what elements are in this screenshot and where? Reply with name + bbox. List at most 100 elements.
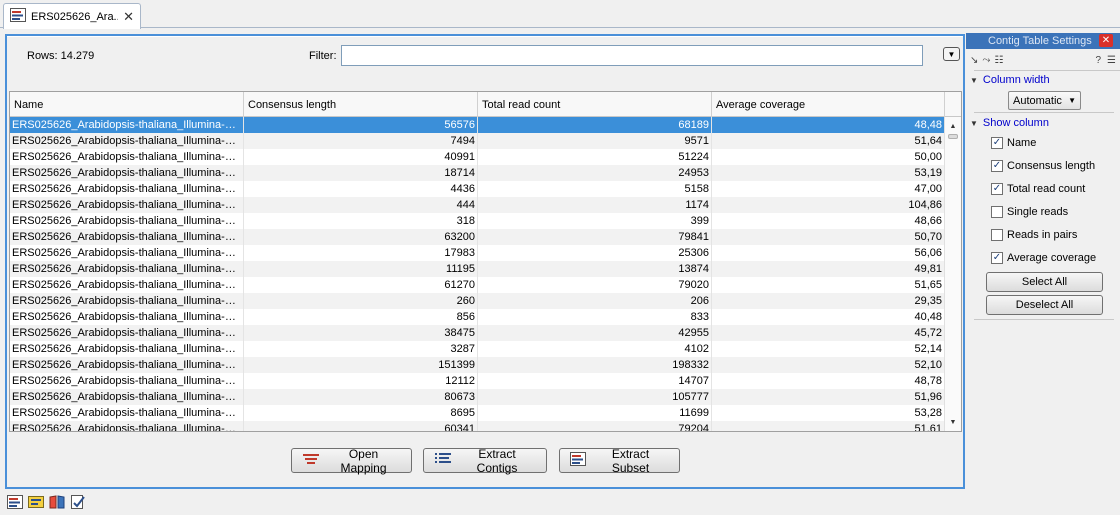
table-row[interactable]: ERS025626_Arabidopsis-thaliana_Illumina-… (10, 309, 945, 325)
column-width-value: Automatic (1013, 94, 1062, 107)
scroll-up-icon[interactable]: ▲ (945, 119, 961, 133)
column-header-total-read-count[interactable]: Total read count (478, 92, 712, 117)
checkbox[interactable]: ✓ (991, 137, 1003, 149)
table-row[interactable]: ERS025626_Arabidopsis-thaliana_Illumina-… (10, 181, 945, 197)
checkbox[interactable]: ✓ (991, 160, 1003, 172)
table-cell: 18714 (244, 165, 478, 181)
table-row[interactable]: ERS025626_Arabidopsis-thaliana_Illumina-… (10, 165, 945, 181)
table-cell: 833 (478, 309, 712, 325)
contig-table-panel: Rows: 14.279 Filter: ▼ Name Consensus le… (5, 34, 965, 489)
table-body: ERS025626_Arabidopsis-thaliana_Illumina-… (10, 117, 945, 431)
table-cell: 79204 (478, 421, 712, 431)
column-width-select[interactable]: Automatic ▼ (1008, 91, 1081, 110)
table-row[interactable]: ERS025626_Arabidopsis-thaliana_Illumina-… (10, 213, 945, 229)
open-mapping-button[interactable]: Open Mapping (291, 447, 412, 475)
column-header-consensus-length[interactable]: Consensus length (244, 92, 478, 117)
table-row[interactable]: ERS025626_Arabidopsis-thaliana_Illumina-… (10, 341, 945, 357)
history-icon[interactable] (70, 494, 86, 510)
graphical-view-icon[interactable] (28, 494, 44, 510)
table-cell: 80673 (244, 389, 478, 405)
table-cell: 51224 (478, 149, 712, 165)
table-cell: 12112 (244, 373, 478, 389)
table-row[interactable]: ERS025626_Arabidopsis-thaliana_Illumina-… (10, 293, 945, 309)
scroll-thumb[interactable] (948, 134, 958, 139)
table-row[interactable]: ERS025626_Arabidopsis-thaliana_Illumina-… (10, 245, 945, 261)
book-icon[interactable] (49, 494, 65, 510)
table-cell: 13874 (478, 261, 712, 277)
table-row[interactable]: ERS025626_Arabidopsis-thaliana_Illumina-… (10, 197, 945, 213)
checkbox[interactable]: ✓ (991, 252, 1003, 264)
column-toggle[interactable]: ✓ Name (991, 137, 1036, 149)
collapse-triangle-icon: ▼ (970, 75, 978, 85)
filter-input[interactable] (341, 45, 923, 66)
table-cell: 48,66 (712, 213, 945, 229)
table-row[interactable]: ERS025626_Arabidopsis-thaliana_Illumina-… (10, 405, 945, 421)
table-view-icon[interactable] (7, 494, 23, 510)
table-row[interactable]: ERS025626_Arabidopsis-thaliana_Illumina-… (10, 325, 945, 341)
column-toggle[interactable]: Single reads (991, 206, 1068, 218)
table-cell: ERS025626_Arabidopsis-thaliana_Illumina-… (12, 213, 244, 229)
column-toggle-label: Name (1007, 137, 1037, 149)
column-toggle[interactable]: ✓ Consensus length (991, 160, 1095, 172)
table-cell: 24953 (478, 165, 712, 181)
table-cell: ERS025626_Arabidopsis-thaliana_Illumina-… (12, 389, 244, 405)
table-cell: 42955 (478, 325, 712, 341)
float-icon[interactable]: ⤳ (982, 55, 990, 66)
table-row[interactable]: ERS025626_Arabidopsis-thaliana_Illumina-… (10, 389, 945, 405)
table-row[interactable]: ERS025626_Arabidopsis-thaliana_Illumina-… (10, 277, 945, 293)
table-cell: 29,35 (712, 293, 945, 309)
table-cell: 25306 (478, 245, 712, 261)
table-row[interactable]: ERS025626_Arabidopsis-thaliana_Illumina-… (10, 149, 945, 165)
scroll-down-icon[interactable]: ▼ (945, 415, 961, 429)
table-cell: 63200 (244, 229, 478, 245)
table-cell: 68189 (478, 117, 712, 133)
column-toggle-label: Average coverage (1007, 252, 1097, 264)
settings-separator (974, 70, 1120, 71)
select-all-button[interactable]: Select All (986, 272, 1103, 292)
extract-contigs-label: Extract Contigs (476, 446, 518, 475)
extract-contigs-button[interactable]: Extract Contigs (423, 446, 547, 475)
table-cell: 4436 (244, 181, 478, 197)
table-row[interactable]: ERS025626_Arabidopsis-thaliana_Illumina-… (10, 261, 945, 277)
pin-icon[interactable]: ↘ (970, 55, 978, 66)
extract-subset-label: Extract Subset (611, 446, 650, 475)
help-icon[interactable]: ? (1095, 55, 1101, 66)
show-column-section[interactable]: ▼ Show column (970, 117, 1049, 129)
table-cell: 198332 (478, 357, 712, 373)
table-row[interactable]: ERS025626_Arabidopsis-thaliana_Illumina-… (10, 373, 945, 389)
settings-menu-icon[interactable]: ☰ (1107, 55, 1116, 66)
table-row[interactable]: ERS025626_Arabidopsis-thaliana_Illumina-… (10, 229, 945, 245)
table-cell: 40,48 (712, 309, 945, 325)
deselect-all-button[interactable]: Deselect All (986, 295, 1103, 315)
table-row[interactable]: ERS025626_Arabidopsis-thaliana_Illumina-… (10, 117, 945, 133)
table-row[interactable]: ERS025626_Arabidopsis-thaliana_Illumina-… (10, 357, 945, 373)
column-toggle[interactable]: ✓ Average coverage (991, 252, 1096, 264)
checkbox[interactable]: ✓ (991, 183, 1003, 195)
column-toggle[interactable]: ✓ Total read count (991, 183, 1085, 195)
editor-tab[interactable]: ERS025626_Ara... ✕ (3, 3, 141, 29)
checkbox[interactable] (991, 206, 1003, 218)
column-toggle[interactable]: Reads in pairs (991, 229, 1077, 241)
column-header-average-coverage[interactable]: Average coverage (712, 92, 945, 117)
table-cell: 151399 (244, 357, 478, 373)
table-cell: 53,28 (712, 405, 945, 421)
column-width-label: Column width (982, 74, 1050, 86)
extract-subset-button[interactable]: Extract Subset (559, 446, 680, 475)
close-tab-icon[interactable]: ✕ (123, 10, 134, 23)
save-settings-icon[interactable]: ☷ (994, 55, 1003, 66)
table-row[interactable]: ERS025626_Arabidopsis-thaliana_Illumina-… (10, 133, 945, 149)
table-cell: 17983 (244, 245, 478, 261)
vertical-scrollbar[interactable]: ▲ ▼ (944, 117, 961, 431)
column-header-name[interactable]: Name (10, 92, 244, 117)
close-settings-icon[interactable]: ✕ (1099, 34, 1113, 47)
column-width-section[interactable]: ▼ Column width (970, 74, 1050, 86)
table-cell: ERS025626_Arabidopsis-thaliana_Illumina-… (12, 229, 244, 245)
filter-options-icon[interactable]: ▼ (943, 47, 960, 61)
table-row[interactable]: ERS025626_Arabidopsis-thaliana_Illumina-… (10, 421, 945, 431)
table-cell: ERS025626_Arabidopsis-thaliana_Illumina-… (12, 261, 244, 277)
checkbox[interactable] (991, 229, 1003, 241)
table-cell: ERS025626_Arabidopsis-thaliana_Illumina-… (12, 293, 244, 309)
column-toggle-label: Consensus length (1007, 160, 1096, 172)
table-cell: 60341 (244, 421, 478, 431)
settings-toolbar: ↘ ⤳ ☷ ? ☰ (966, 51, 1120, 69)
